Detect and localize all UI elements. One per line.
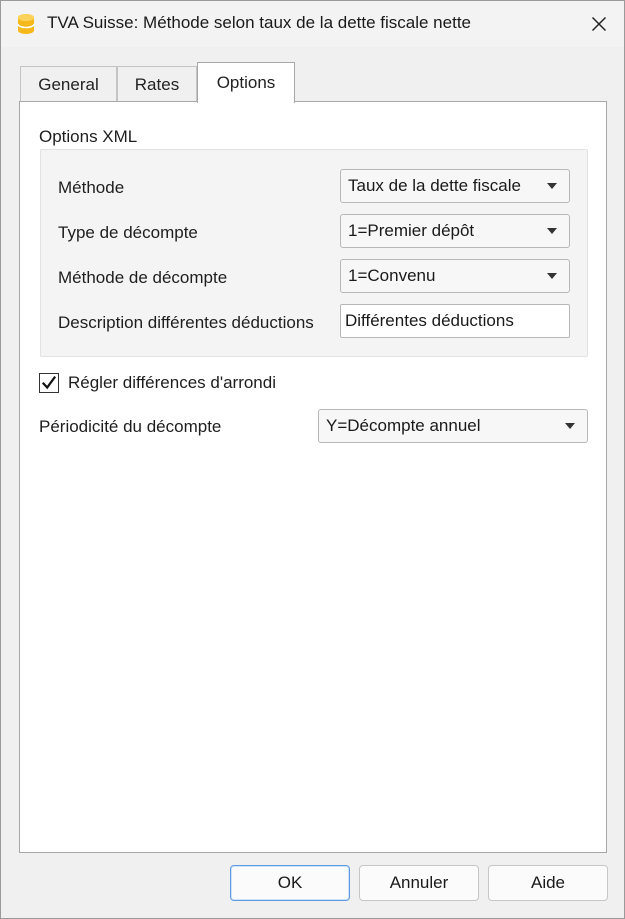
methode-label: Méthode: [58, 178, 125, 197]
chevron-down-icon: [547, 273, 557, 279]
chevron-down-icon: [547, 183, 557, 189]
app-icon: [17, 13, 35, 35]
options-xml-group: Méthode Taux de la dette fiscale Type de…: [40, 149, 588, 357]
methode-select[interactable]: Taux de la dette fiscale: [340, 169, 570, 203]
tab-rates[interactable]: Rates: [117, 66, 197, 102]
help-button[interactable]: Aide: [488, 865, 608, 901]
title-bar: TVA Suisse: Méthode selon taux de la det…: [1, 1, 624, 47]
close-button[interactable]: [581, 7, 617, 41]
periodicite-select-value: Y=Décompte annuel: [326, 416, 481, 435]
periodicite-select[interactable]: Y=Décompte annuel: [318, 409, 588, 443]
chevron-down-icon: [547, 228, 557, 234]
dialog-window: TVA Suisse: Méthode selon taux de la det…: [0, 0, 625, 919]
tab-general[interactable]: General: [20, 66, 117, 102]
rounding-checkbox-label[interactable]: Régler différences d'arrondi: [68, 373, 276, 393]
methode-decompte-select-value: 1=Convenu: [348, 266, 436, 285]
checkmark-icon: [41, 375, 57, 390]
methode-decompte-select[interactable]: 1=Convenu: [340, 259, 570, 293]
window-title: TVA Suisse: Méthode selon taux de la det…: [47, 13, 471, 32]
tab-options[interactable]: Options: [197, 62, 295, 103]
description-label: Description différentes déductions: [58, 313, 314, 332]
type-decompte-select-value: 1=Premier dépôt: [348, 221, 475, 240]
ok-button[interactable]: OK: [230, 865, 350, 901]
close-icon: [591, 16, 607, 32]
options-xml-group-title: Options XML: [39, 127, 138, 146]
type-decompte-select[interactable]: 1=Premier dépôt: [340, 214, 570, 248]
cancel-button[interactable]: Annuler: [359, 865, 479, 901]
type-decompte-label: Type de décompte: [58, 223, 198, 242]
options-tab-panel: Options XML Méthode Taux de la dette fis…: [19, 101, 607, 853]
methode-select-value: Taux de la dette fiscale: [348, 176, 521, 195]
rounding-checkbox[interactable]: [39, 373, 59, 393]
periodicite-label: Périodicité du décompte: [39, 417, 222, 436]
methode-decompte-label: Méthode de décompte: [58, 268, 228, 287]
description-input[interactable]: Différentes déductions: [340, 304, 570, 338]
chevron-down-icon: [565, 423, 575, 429]
